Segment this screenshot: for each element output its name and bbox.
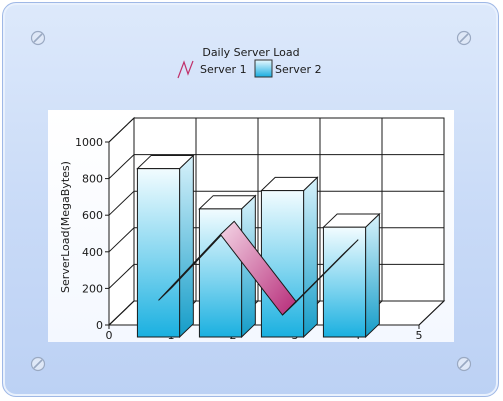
legend: Server 1 Server 2 bbox=[177, 59, 322, 79]
y-tick-label: 0 bbox=[96, 319, 103, 332]
bar bbox=[322, 212, 381, 339]
bar-side bbox=[303, 176, 318, 339]
bar-side bbox=[365, 212, 380, 339]
y-tick-label: 800 bbox=[82, 173, 103, 186]
y-tick-label: 1000 bbox=[75, 136, 103, 149]
legend-label: Server 1 bbox=[200, 63, 247, 76]
y-axis-label: ServerLoad(MegaBytes) bbox=[59, 161, 72, 293]
bar-front bbox=[136, 168, 181, 338]
bar bbox=[136, 154, 195, 339]
line-series-icon bbox=[177, 60, 194, 79]
legend-item-server-1: Server 1 bbox=[177, 60, 247, 79]
y-tick-label: 200 bbox=[82, 282, 103, 295]
x-tick-label: 0 bbox=[106, 329, 113, 342]
legend-label: Server 2 bbox=[275, 63, 322, 76]
bar-series-icon bbox=[254, 59, 273, 78]
x-tick-label: 5 bbox=[416, 329, 423, 342]
bar bbox=[260, 176, 319, 339]
legend-item-server-2: Server 2 bbox=[254, 59, 322, 78]
y-tick-label: 600 bbox=[82, 209, 103, 222]
left-wall bbox=[108, 116, 135, 327]
chart-title: Daily Server Load bbox=[202, 46, 299, 59]
bar-front bbox=[322, 226, 367, 338]
bar-side bbox=[179, 154, 194, 339]
chart: Daily Server Load Server 1 Server 2 Serv… bbox=[48, 46, 454, 342]
y-tick-label: 400 bbox=[82, 246, 103, 259]
